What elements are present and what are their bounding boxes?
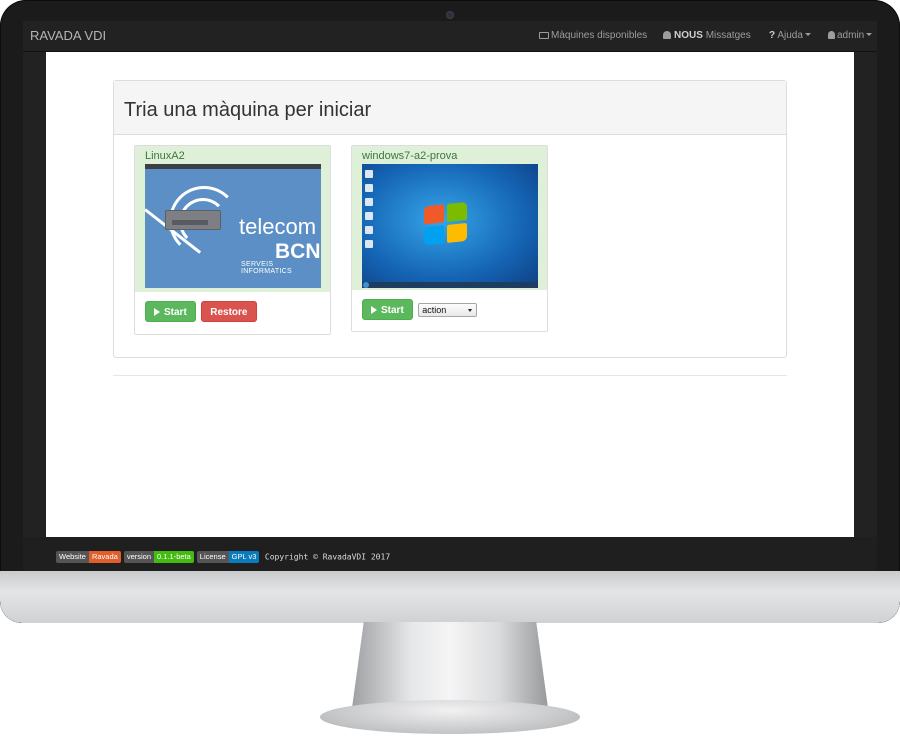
machine-actions: Start Restore: [135, 292, 330, 331]
copyright-text: Copyright © RavadaVDI 2017: [264, 552, 391, 562]
monitor-base: [320, 700, 580, 734]
bell-icon: [663, 31, 671, 39]
question-icon: ?: [769, 30, 776, 41]
screen: RAVADA VDI Màquines disponibles NOUS Mis…: [23, 21, 877, 571]
license-badge-value[interactable]: GPL v3: [228, 551, 260, 563]
camera: [446, 11, 454, 19]
nav-user[interactable]: admin: [828, 30, 873, 41]
machine-name: windows7-a2-prova: [362, 150, 458, 162]
desktop-shortcut-icon: [365, 170, 373, 178]
chevron-down-icon: [866, 33, 873, 36]
divider: [113, 375, 787, 376]
machine-name: LinuxA2: [145, 150, 185, 162]
machines-panel: Tria una màquina per iniciar LinuxA2 tel…: [113, 80, 787, 358]
machine-card-header: LinuxA2 telecom BCN SERVEIS INFORMATICS: [135, 146, 330, 292]
chevron-down-icon: [468, 308, 473, 312]
monitor-chin: [0, 571, 900, 623]
navbar: RAVADA VDI Màquines disponibles NOUS Mis…: [23, 21, 877, 52]
desktop-icons: [365, 170, 375, 254]
page-title: Tria una màquina per iniciar: [114, 81, 786, 135]
play-icon: [154, 308, 160, 316]
desktop-top-bar: [145, 164, 321, 169]
nav-help-label: Ajuda: [777, 30, 803, 41]
start-button[interactable]: Start: [362, 299, 413, 320]
play-icon: [371, 306, 377, 314]
login-dialog: [165, 210, 221, 230]
nav-messages-label: Missatges: [705, 30, 751, 41]
license-badge-label[interactable]: License: [196, 551, 229, 563]
desktop-shortcut-icon: [365, 198, 373, 206]
machine-actions: Start action: [352, 290, 547, 329]
desktop-shortcut-icon: [365, 226, 373, 234]
machine-card-header: windows7-a2-prova: [352, 146, 547, 290]
monitor-stand: [352, 622, 548, 708]
version-badge-label: version: [123, 551, 155, 563]
desktop-shortcut-icon: [365, 240, 373, 248]
machine-screenshot[interactable]: telecom BCN SERVEIS INFORMATICS: [145, 164, 321, 288]
start-button-label: Start: [164, 307, 187, 318]
start-button-label: Start: [381, 305, 404, 316]
footer-badges: Website Ravada version 0.1.1-beta License GPL…: [56, 551, 390, 563]
action-select[interactable]: action: [418, 302, 478, 317]
wallpaper-text-telecom: telecom: [239, 214, 317, 239]
start-button[interactable]: Start: [145, 301, 196, 322]
wallpaper-text-serveis: SERVEIS INFORMATICS: [241, 261, 293, 275]
desktop-icon: [539, 32, 549, 39]
monitor-frame: RAVADA VDI Màquines disponibles NOUS Mis…: [0, 0, 900, 623]
nav-messages[interactable]: NOUS Missatges: [663, 30, 751, 41]
windows-logo-icon: [424, 201, 470, 249]
nav-machines-label: Màquines disponibles: [551, 30, 648, 41]
nav-help[interactable]: ? Ajuda: [769, 30, 811, 41]
website-badge-label[interactable]: Website: [56, 551, 89, 563]
desktop-shortcut-icon: [365, 184, 373, 192]
nav-user-label: admin: [837, 30, 865, 41]
website-badge-value[interactable]: Ravada: [88, 551, 121, 563]
desktop-shortcut-icon: [365, 212, 373, 220]
machine-screenshot[interactable]: [362, 164, 538, 288]
nav-machines[interactable]: Màquines disponibles: [539, 30, 647, 41]
taskbar: [362, 282, 538, 288]
machine-card: windows7-a2-prova Start action: [351, 145, 548, 332]
footer: Website Ravada version 0.1.1-beta License GPL…: [23, 537, 877, 571]
brand-link[interactable]: RAVADA VDI: [30, 28, 106, 43]
version-badge-value: 0.1.1-beta: [154, 551, 194, 563]
chevron-down-icon: [804, 33, 811, 36]
user-icon: [828, 31, 835, 39]
machine-card: LinuxA2 telecom BCN SERVEIS INFORMATICS: [134, 145, 331, 335]
page-content: Tria una màquina per iniciar LinuxA2 tel…: [46, 52, 854, 537]
start-orb-icon: [363, 282, 369, 288]
restore-button[interactable]: Restore: [201, 301, 257, 322]
messages-count: NOUS: [674, 30, 703, 41]
action-select-value: action: [422, 304, 447, 315]
